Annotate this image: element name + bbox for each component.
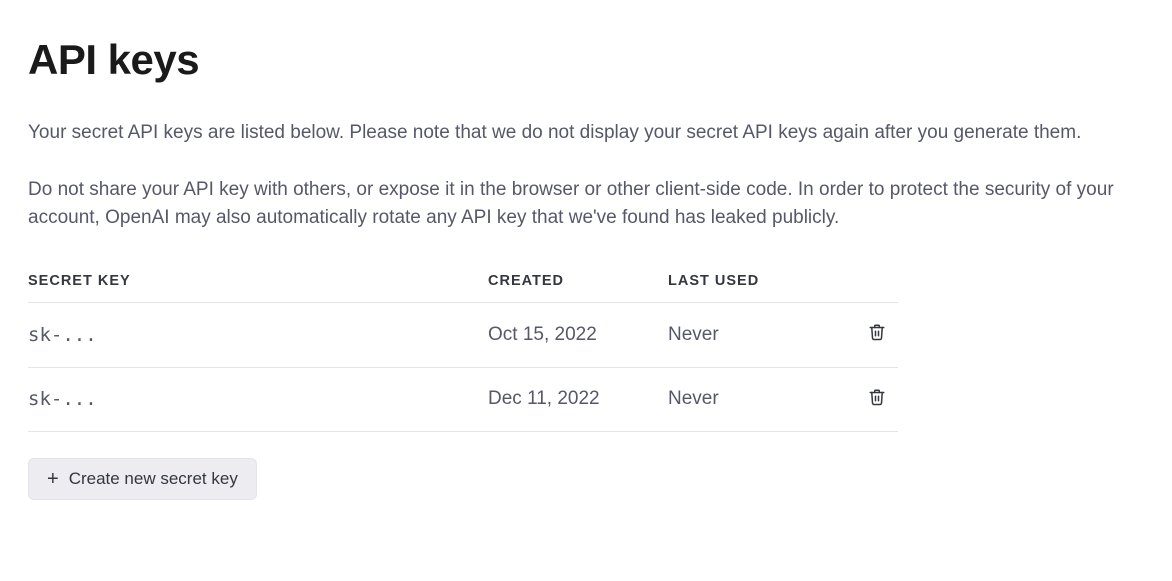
table-row: sk-... Dec 11, 2022 Never <box>28 367 898 432</box>
table-row: sk-... Oct 15, 2022 Never <box>28 303 898 368</box>
trash-icon <box>868 388 886 409</box>
cell-last-used: Never <box>668 303 838 368</box>
cell-created: Oct 15, 2022 <box>488 303 668 368</box>
plus-icon: + <box>47 469 59 489</box>
intro-text-1: Your secret API keys are listed below. P… <box>28 119 1138 148</box>
page-title: API keys <box>28 28 1144 91</box>
col-header-last-used: LAST USED <box>668 261 838 303</box>
api-keys-table: SECRET KEY CREATED LAST USED sk-... Oct … <box>28 261 898 433</box>
cell-last-used: Never <box>668 367 838 432</box>
intro-text-2: Do not share your API key with others, o… <box>28 176 1138 233</box>
cell-secret-key: sk-... <box>28 367 488 432</box>
trash-icon <box>868 323 886 344</box>
cell-secret-key: sk-... <box>28 303 488 368</box>
create-secret-key-button[interactable]: + Create new secret key <box>28 458 257 500</box>
cell-created: Dec 11, 2022 <box>488 367 668 432</box>
create-button-label: Create new secret key <box>69 469 238 489</box>
col-header-created: CREATED <box>488 261 668 303</box>
delete-key-button[interactable] <box>864 384 890 413</box>
delete-key-button[interactable] <box>864 319 890 348</box>
col-header-actions <box>838 261 898 303</box>
col-header-secret-key: SECRET KEY <box>28 261 488 303</box>
